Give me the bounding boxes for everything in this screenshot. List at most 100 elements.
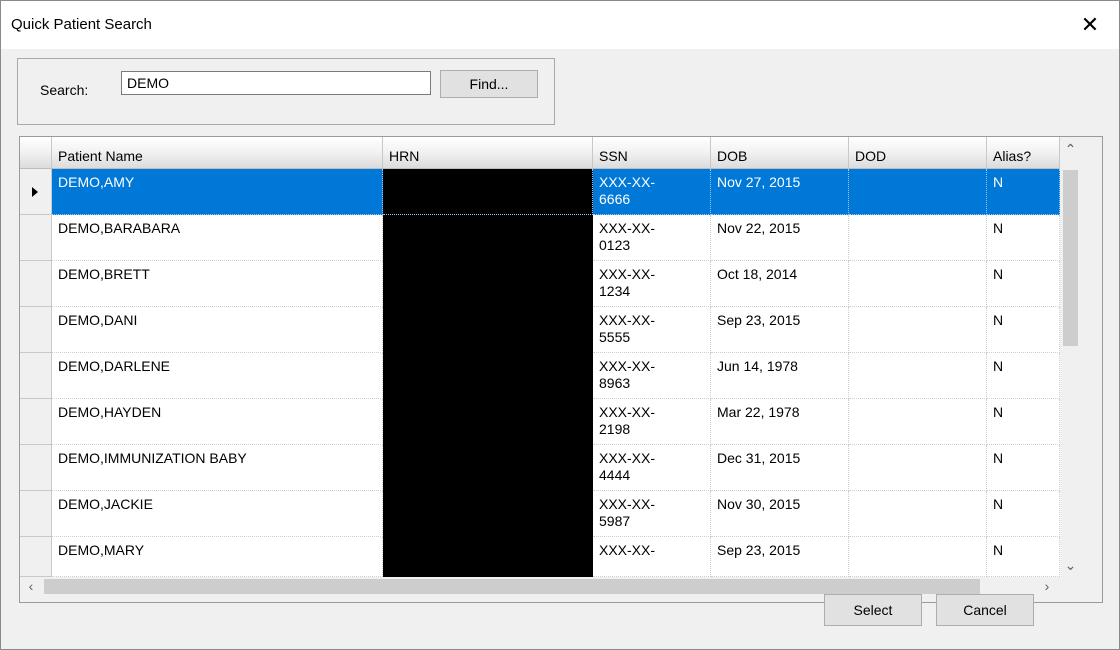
vertical-scroll-thumb[interactable]	[1063, 170, 1078, 346]
cell-dob: Dec 31, 2015	[711, 445, 849, 491]
scrollbar-corner	[1061, 577, 1080, 596]
cell-ssn: XXX-XX- 5555	[593, 307, 711, 353]
cell-dob: Nov 27, 2015	[711, 169, 849, 215]
table-row[interactable]: DEMO,HAYDEN XXX-XX- 2198 Mar 22, 1978 N	[52, 399, 1060, 445]
cell-patient-name: DEMO,MARY	[52, 537, 383, 577]
column-header-patient-name[interactable]: Patient Name	[52, 137, 383, 169]
cell-dob: Jun 14, 1978	[711, 353, 849, 399]
quick-patient-search-dialog: Quick Patient Search ✕ Search: Find... P…	[0, 0, 1120, 650]
row-header[interactable]	[20, 353, 52, 399]
cell-ssn: XXX-XX- 0123	[593, 215, 711, 261]
table-row[interactable]: DEMO,DARLENE XXX-XX- 8963 Jun 14, 1978 N	[52, 353, 1060, 399]
cell-ssn: XXX-XX- 1234	[593, 261, 711, 307]
column-header-dod[interactable]: DOD	[849, 137, 987, 169]
cell-dod	[849, 261, 987, 307]
row-header[interactable]	[20, 215, 52, 261]
cell-hrn	[383, 445, 593, 491]
cell-dob: Sep 23, 2015	[711, 537, 849, 577]
cell-hrn	[383, 537, 593, 577]
search-label: Search:	[40, 82, 89, 98]
cell-hrn	[383, 307, 593, 353]
cell-alias: N	[987, 491, 1060, 537]
cell-ssn: XXX-XX- 5987	[593, 491, 711, 537]
cell-dob: Oct 18, 2014	[711, 261, 849, 307]
title-bar: Quick Patient Search ✕	[1, 1, 1119, 49]
cell-patient-name: DEMO,BRETT	[52, 261, 383, 307]
cell-alias: N	[987, 261, 1060, 307]
close-icon[interactable]: ✕	[1075, 10, 1105, 40]
row-header-corner	[20, 137, 52, 169]
cell-alias: N	[987, 445, 1060, 491]
column-header-dob[interactable]: DOB	[711, 137, 849, 169]
cell-alias: N	[987, 537, 1060, 577]
cell-ssn: XXX-XX- 8963	[593, 353, 711, 399]
patient-results-grid: Patient Name HRN SSN DOB DOD Alias? DEMO…	[19, 136, 1103, 603]
cell-alias: N	[987, 353, 1060, 399]
table-row[interactable]: DEMO,MARY XXX-XX- Sep 23, 2015 N	[52, 537, 1060, 577]
row-header[interactable]	[20, 169, 52, 215]
cell-alias: N	[987, 215, 1060, 261]
cell-ssn: XXX-XX-	[593, 537, 711, 577]
current-row-indicator-icon	[32, 186, 38, 197]
cell-ssn: XXX-XX- 2198	[593, 399, 711, 445]
row-header[interactable]	[20, 261, 52, 307]
window-title: Quick Patient Search	[11, 16, 152, 33]
cell-dod	[849, 169, 987, 215]
column-header-alias[interactable]: Alias?	[987, 137, 1060, 169]
table-row[interactable]: DEMO,DANI XXX-XX- 5555 Sep 23, 2015 N	[52, 307, 1060, 353]
cell-dod	[849, 399, 987, 445]
cell-dod	[849, 307, 987, 353]
cell-hrn	[383, 399, 593, 445]
cell-dob: Nov 30, 2015	[711, 491, 849, 537]
cell-dod	[849, 215, 987, 261]
scroll-up-icon[interactable]: ⌃	[1061, 139, 1080, 159]
cell-ssn: XXX-XX- 6666	[593, 169, 711, 215]
vertical-scrollbar[interactable]: ⌃ ⌄	[1061, 137, 1080, 577]
cell-dod	[849, 491, 987, 537]
cell-patient-name: DEMO,BARABARA	[52, 215, 383, 261]
cell-alias: N	[987, 307, 1060, 353]
search-input[interactable]	[121, 71, 431, 95]
cell-hrn	[383, 491, 593, 537]
cell-patient-name: DEMO,DARLENE	[52, 353, 383, 399]
table-row[interactable]: DEMO,BARABARA XXX-XX- 0123 Nov 22, 2015 N	[52, 215, 1060, 261]
column-header-ssn[interactable]: SSN	[593, 137, 711, 169]
cell-dod	[849, 537, 987, 577]
cell-dob: Mar 22, 1978	[711, 399, 849, 445]
cell-hrn	[383, 261, 593, 307]
row-header[interactable]	[20, 445, 52, 491]
cell-hrn	[383, 353, 593, 399]
cell-alias: N	[987, 169, 1060, 215]
table-row[interactable]: DEMO,BRETT XXX-XX- 1234 Oct 18, 2014 N	[52, 261, 1060, 307]
table-row[interactable]: DEMO,JACKIE XXX-XX- 5987 Nov 30, 2015 N	[52, 491, 1060, 537]
horizontal-scroll-thumb[interactable]	[44, 579, 980, 594]
cell-ssn: XXX-XX- 4444	[593, 445, 711, 491]
cell-hrn	[383, 169, 593, 215]
cell-dod	[849, 353, 987, 399]
scroll-down-icon[interactable]: ⌄	[1061, 555, 1080, 575]
column-header-hrn[interactable]: HRN	[383, 137, 593, 169]
cell-dob: Nov 22, 2015	[711, 215, 849, 261]
table-row[interactable]: DEMO,IMMUNIZATION BABY XXX-XX- 4444 Dec 31…	[52, 445, 1060, 491]
cell-hrn	[383, 215, 593, 261]
scroll-left-icon[interactable]: ‹	[22, 577, 40, 596]
cell-alias: N	[987, 399, 1060, 445]
cell-patient-name: DEMO,HAYDEN	[52, 399, 383, 445]
row-header[interactable]	[20, 491, 52, 537]
cell-dob: Sep 23, 2015	[711, 307, 849, 353]
row-header[interactable]	[20, 537, 52, 577]
cancel-button[interactable]: Cancel	[936, 594, 1034, 626]
row-header[interactable]	[20, 399, 52, 445]
table-row[interactable]: DEMO,AMY XXX-XX- 6666 Nov 27, 2015 N	[52, 169, 1060, 215]
find-button[interactable]: Find...	[440, 70, 538, 98]
cell-patient-name: DEMO,DANI	[52, 307, 383, 353]
cell-patient-name: DEMO,JACKIE	[52, 491, 383, 537]
row-header[interactable]	[20, 307, 52, 353]
search-group: Search: Find...	[17, 58, 555, 125]
scroll-right-icon[interactable]: ›	[1038, 577, 1056, 596]
select-button[interactable]: Select	[824, 594, 922, 626]
grid-header: Patient Name HRN SSN DOB DOD Alias?	[20, 137, 1060, 169]
cell-dod	[849, 445, 987, 491]
cell-patient-name: DEMO,IMMUNIZATION BABY	[52, 445, 383, 491]
cell-patient-name: DEMO,AMY	[52, 169, 383, 215]
